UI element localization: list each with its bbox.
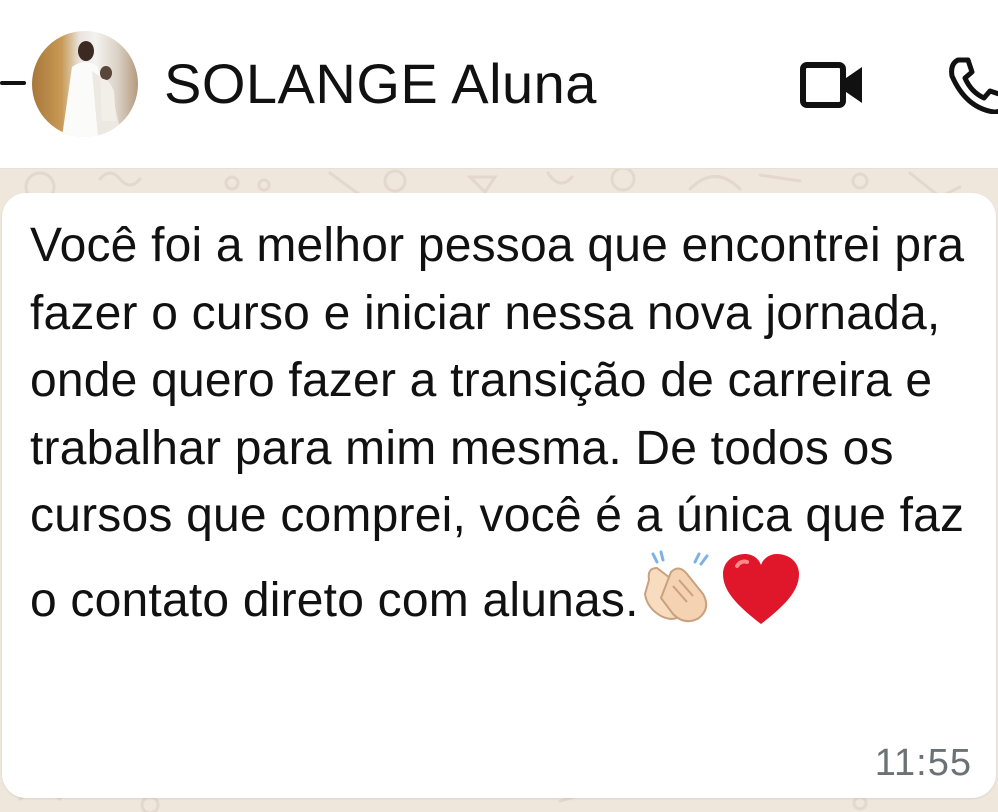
message-text: Você foi a melhor pessoa que encontrei p… [30,212,980,644]
video-camera-icon[interactable] [800,62,864,108]
phone-icon[interactable] [944,54,998,114]
message-body: Você foi a melhor pessoa que encontrei p… [30,219,965,627]
contact-name[interactable]: SOLANGE Aluna [164,50,597,118]
chat-header: SOLANGE Aluna [0,0,998,169]
red-heart-icon [721,553,801,645]
avatar-photo [62,41,122,137]
back-arrow-icon[interactable] [0,81,26,85]
avatar[interactable] [32,31,138,137]
message-time: 11:55 [874,742,972,784]
clapping-hands-icon [639,550,721,645]
